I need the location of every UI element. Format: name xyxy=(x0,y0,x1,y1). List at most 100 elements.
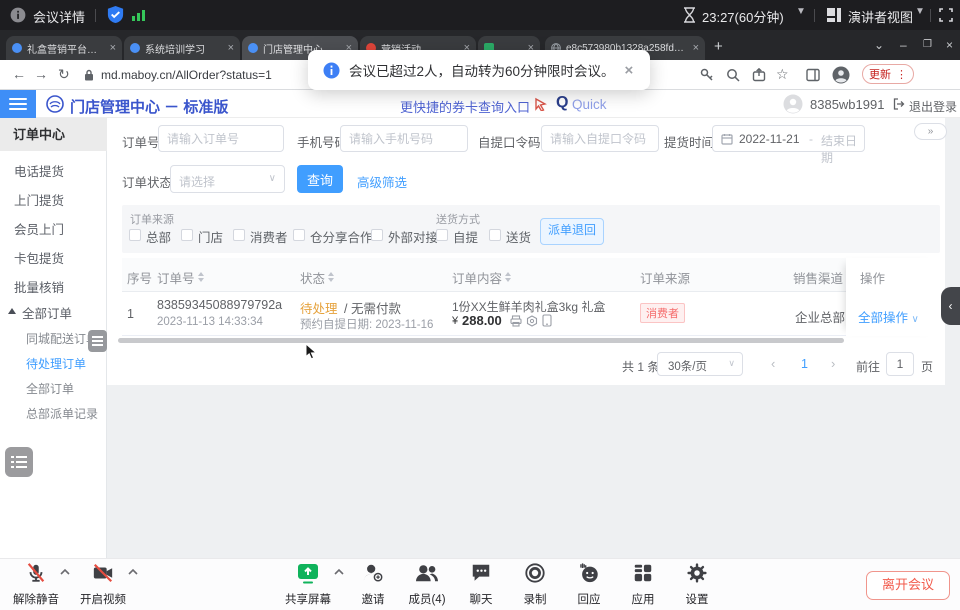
col-content[interactable]: 订单内容 xyxy=(452,268,511,287)
lock-icon[interactable] xyxy=(84,69,94,81)
dispatch-return-button[interactable]: 派单退回 xyxy=(540,218,604,245)
logout-icon[interactable] xyxy=(893,98,905,110)
unmute-button[interactable]: 解除静音 xyxy=(7,562,65,607)
pickup-code-input[interactable] xyxy=(541,125,659,152)
sidebar-item-member-visit[interactable]: 会员上门 xyxy=(14,219,64,238)
video-options-caret[interactable] xyxy=(128,568,138,576)
phone-input[interactable] xyxy=(340,125,468,152)
goto-page-input[interactable] xyxy=(886,352,914,376)
sidebar-item-all-orders[interactable]: 全部订单 xyxy=(26,380,74,397)
side-panel-icon[interactable] xyxy=(806,68,820,82)
checkbox-external[interactable] xyxy=(371,229,383,241)
checkbox-self-pickup[interactable] xyxy=(436,229,448,241)
sidebar-item-card-pickup[interactable]: 卡包提货 xyxy=(14,248,64,267)
annotation-list-button[interactable] xyxy=(5,447,33,477)
security-shield-icon[interactable] xyxy=(106,5,125,24)
sidebar-item-phone-pickup[interactable]: 电话提货 xyxy=(14,161,64,180)
record-button[interactable]: 录制 xyxy=(506,562,564,607)
reload-icon[interactable]: ↻ xyxy=(58,66,70,83)
horizontal-scrollbar[interactable] xyxy=(118,338,844,343)
back-icon[interactable]: ← xyxy=(12,66,26,82)
fullscreen-icon[interactable] xyxy=(939,8,953,22)
advanced-filter-link[interactable]: 高级筛选 xyxy=(357,172,407,191)
start-video-button[interactable]: 开启视频 xyxy=(74,562,132,607)
page-size-select[interactable]: 30条/页 ∨ xyxy=(657,352,743,376)
new-tab-button[interactable]: + xyxy=(714,38,723,55)
expand-filters-button[interactable]: » xyxy=(914,123,947,140)
quick-q-logo[interactable]: Q xyxy=(556,94,568,112)
browser-tab[interactable]: 系统培训学习 × xyxy=(124,36,240,60)
reactions-button[interactable]: 回应 xyxy=(560,562,618,607)
window-close-button[interactable]: × xyxy=(946,38,953,52)
url-text[interactable]: md.maboy.cn/AllOrder?status=1 xyxy=(101,68,272,82)
col-status[interactable]: 状态 xyxy=(300,268,334,287)
sidebar-section-order-center[interactable]: 订单中心 xyxy=(0,118,107,151)
view-dropdown-icon[interactable]: ▼ xyxy=(915,6,925,17)
tab-close-icon[interactable]: × xyxy=(110,42,116,54)
checkbox-label-external[interactable]: 外部对接 xyxy=(388,227,438,246)
checkbox-delivery[interactable] xyxy=(489,229,501,241)
members-button[interactable]: 成员(4) xyxy=(398,562,456,607)
share-screen-button[interactable]: 共享屏幕 xyxy=(279,562,337,607)
checkbox-label-hq[interactable]: 总部 xyxy=(146,227,171,246)
date-range-input[interactable]: 2022-11-21 - 结束日期 xyxy=(712,125,865,152)
key-icon[interactable] xyxy=(700,68,714,82)
zoom-icon[interactable] xyxy=(726,68,740,82)
checkbox-label-store[interactable]: 门店 xyxy=(198,227,223,246)
print-icon[interactable] xyxy=(510,315,522,327)
next-page-icon[interactable]: › xyxy=(831,356,835,371)
checkbox-consumer[interactable] xyxy=(233,229,245,241)
meeting-details-label[interactable]: 会议详情 xyxy=(33,7,85,26)
sort-icon[interactable] xyxy=(505,272,511,282)
tab-close-icon[interactable]: × xyxy=(228,42,234,54)
prev-page-icon[interactable]: ‹ xyxy=(771,356,775,371)
date-end-placeholder[interactable]: 结束日期 xyxy=(821,132,864,166)
panel-handle[interactable] xyxy=(88,330,107,352)
update-button[interactable]: 更新 ⋮ xyxy=(862,64,914,84)
tab-search-icon[interactable]: ⌄ xyxy=(874,38,884,52)
sidebar-item-batch-verify[interactable]: 批量核销 xyxy=(14,277,64,296)
forward-icon[interactable]: → xyxy=(34,66,48,82)
checkbox-label-consumer[interactable]: 消费者 xyxy=(250,227,288,246)
browser-menu-icon[interactable]: ⋮ xyxy=(896,68,907,81)
logout-link[interactable]: 退出登录 xyxy=(909,98,957,115)
toast-close-icon[interactable]: × xyxy=(625,62,634,79)
settings-button[interactable]: 设置 xyxy=(668,562,726,607)
col-order-no[interactable]: 订单号 xyxy=(157,268,204,287)
row-action-dropdown[interactable]: 全部操作 ∨ xyxy=(858,307,919,326)
current-page[interactable]: 1 xyxy=(801,357,808,371)
checkbox-store[interactable] xyxy=(181,229,193,241)
order-status-select[interactable]: 请选择 ∨ xyxy=(170,165,285,193)
share-options-caret[interactable] xyxy=(334,568,344,576)
checkbox-hq[interactable] xyxy=(129,229,141,241)
hamburger-menu-button[interactable] xyxy=(0,90,36,118)
sidebar-item-hq-dispatch[interactable]: 总部派单记录 xyxy=(26,405,98,422)
window-maximize-button[interactable]: ❐ xyxy=(923,39,932,50)
checkbox-label-delivery[interactable]: 送货 xyxy=(506,227,531,246)
share-icon[interactable] xyxy=(752,68,766,82)
chat-button[interactable]: 聊天 xyxy=(452,562,510,607)
quick-label[interactable]: Quick xyxy=(572,97,607,112)
tab-close-icon[interactable]: × xyxy=(693,42,699,54)
sidebar-item-pending-orders[interactable]: 待处理订单 xyxy=(26,355,86,372)
profile-avatar-icon[interactable] xyxy=(832,66,850,84)
sort-icon[interactable] xyxy=(328,272,334,282)
invite-button[interactable]: 邀请 xyxy=(344,562,402,607)
view-mode-label[interactable]: 演讲者视图 xyxy=(848,7,913,26)
order-no-input[interactable] xyxy=(158,125,284,152)
search-button[interactable]: 查询 xyxy=(297,165,343,193)
promo-link[interactable]: 更快捷的券卡查询入口 xyxy=(400,97,530,116)
sidebar-item-door-pickup[interactable]: 上门提货 xyxy=(14,190,64,209)
collapse-panel-handle[interactable]: ‹ xyxy=(941,287,960,325)
checkbox-label-warehouse-share[interactable]: 仓分享合作 xyxy=(310,227,373,246)
view-layout-icon[interactable] xyxy=(826,7,842,23)
gift-icon[interactable] xyxy=(526,315,538,327)
sort-icon[interactable] xyxy=(198,272,204,282)
phone-icon[interactable] xyxy=(542,314,552,327)
timer-dropdown-icon[interactable]: ▼ xyxy=(796,6,806,17)
checkbox-warehouse-share[interactable] xyxy=(293,229,305,241)
info-icon[interactable] xyxy=(10,7,26,23)
window-minimize-button[interactable]: – xyxy=(900,38,907,52)
browser-tab[interactable]: 礼盒营销平台管理中心 × xyxy=(6,36,122,60)
date-start-value[interactable]: 2022-11-21 xyxy=(739,132,800,146)
